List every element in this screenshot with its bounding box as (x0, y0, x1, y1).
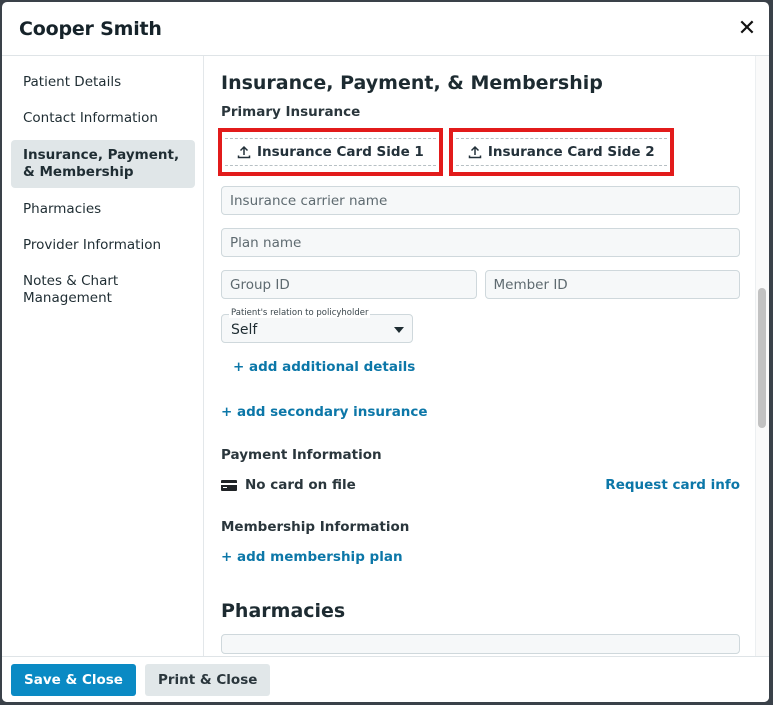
upload-card-row: Insurance Card Side 1 Insurance Card Sid… (218, 128, 769, 176)
group-id-placeholder: Group ID (230, 276, 290, 293)
add-secondary-insurance-link[interactable]: + add secondary insurance (221, 404, 769, 420)
highlight-outline: Insurance Card Side 2 (448, 128, 674, 176)
membership-information-title: Membership Information (221, 519, 410, 535)
plan-name-input[interactable]: Plan name (221, 228, 740, 257)
close-button[interactable]: ✕ (735, 15, 759, 41)
upload-card-side-2-button[interactable]: Insurance Card Side 2 (455, 138, 667, 166)
relation-select-value: Self (231, 322, 258, 338)
upload-card-side-1-button[interactable]: Insurance Card Side 1 (225, 138, 436, 166)
primary-insurance-label: Primary Insurance (221, 104, 361, 120)
relation-select[interactable]: Self Patient's relation to policyholder (221, 308, 413, 343)
add-membership-plan-link[interactable]: + add membership plan (221, 549, 769, 565)
upload-card-side-1-label: Insurance Card Side 1 (257, 144, 424, 160)
sidebar-item-contact-information[interactable]: Contact Information (11, 104, 195, 133)
relation-select-box[interactable]: Self (221, 314, 413, 343)
highlight-outline: Insurance Card Side 1 (218, 128, 443, 176)
add-additional-details-link[interactable]: + add additional details (233, 359, 769, 375)
member-id-input[interactable]: Member ID (484, 270, 740, 299)
sidebar-nav: Patient Details Contact Information Insu… (2, 56, 204, 656)
patient-modal: Cooper Smith ✕ Patient Details Contact I… (2, 2, 769, 702)
insurance-carrier-placeholder: Insurance carrier name (230, 192, 388, 209)
content-scrollbar[interactable] (755, 56, 769, 656)
save-close-button[interactable]: Save & Close (11, 663, 136, 696)
request-card-info-link[interactable]: Request card info (605, 477, 740, 493)
content-panel: Insurance, Payment, & Membership Primary… (204, 56, 769, 656)
scrollbar-thumb[interactable] (758, 288, 766, 428)
credit-card-icon (221, 479, 237, 491)
close-icon: ✕ (737, 15, 757, 41)
upload-icon (237, 145, 251, 159)
sidebar-item-notes-chart-management[interactable]: Notes & Chart Management (11, 267, 195, 313)
pharmacy-search-input[interactable] (221, 634, 740, 654)
member-id-placeholder: Member ID (493, 276, 568, 293)
caret-down-icon (394, 327, 404, 333)
upload-icon (468, 145, 482, 159)
id-fields-row: Group ID Member ID (221, 270, 740, 312)
group-id-input[interactable]: Group ID (221, 270, 477, 299)
upload-card-side-2-label: Insurance Card Side 2 (487, 144, 655, 160)
relation-select-label: Patient's relation to policyholder (229, 308, 371, 318)
modal-title: Cooper Smith (19, 17, 162, 40)
sidebar-item-provider-information[interactable]: Provider Information (11, 231, 195, 260)
payment-information-title: Payment Information (221, 447, 382, 463)
modal-footer: Save & Close Print & Close (2, 656, 769, 702)
plan-name-placeholder: Plan name (230, 234, 302, 251)
modal-body: Patient Details Contact Information Insu… (2, 56, 769, 656)
sidebar-item-insurance-payment-membership[interactable]: Insurance, Payment, & Membership (11, 140, 195, 188)
payment-status-text: No card on file (245, 477, 356, 493)
print-close-button[interactable]: Print & Close (144, 663, 271, 696)
sidebar-item-pharmacies[interactable]: Pharmacies (11, 195, 195, 224)
modal-header: Cooper Smith ✕ (2, 2, 769, 56)
insurance-carrier-input[interactable]: Insurance carrier name (221, 186, 740, 215)
sidebar-item-patient-details[interactable]: Patient Details (11, 68, 195, 97)
payment-row: No card on file Request card info (221, 477, 740, 493)
pharmacies-section-title: Pharmacies (221, 600, 346, 622)
payment-status: No card on file (221, 477, 356, 493)
section-title: Insurance, Payment, & Membership (221, 72, 603, 94)
